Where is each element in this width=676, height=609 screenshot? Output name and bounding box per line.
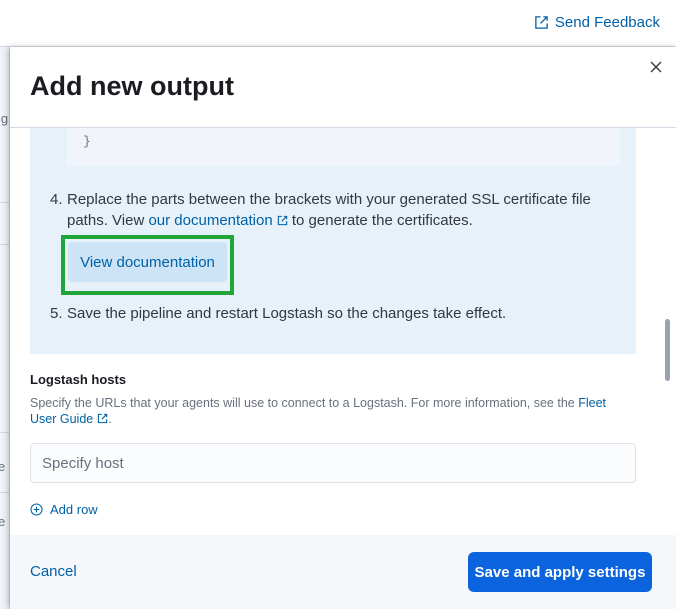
external-link-icon [535,16,548,29]
logstash-host-input[interactable] [30,443,636,483]
flyout-title: Add new output [30,71,234,101]
link-label: our documentation [148,212,273,229]
plus-circle-icon [30,503,43,516]
step-number: 4. [50,191,63,208]
logstash-hosts-label: Logstash hosts [30,372,127,387]
view-documentation-button[interactable]: View documentation [68,242,227,282]
logstash-hosts-help: Specify the URLs that your agents will u… [30,395,630,427]
background-page: ig e e [0,47,10,609]
add-output-flyout: Add new output } 4. Replace the parts be… [10,47,676,609]
add-row-label: Add row [50,502,98,517]
send-feedback-link[interactable]: Send Feedback [534,14,660,31]
divider [0,244,10,245]
close-icon[interactable] [648,59,664,75]
flyout-header: Add new output [10,47,676,128]
divider [0,492,10,493]
code-line: } [83,134,91,149]
divider [0,432,10,433]
scrollbar[interactable] [665,319,670,381]
cancel-button[interactable]: Cancel [30,563,77,580]
step-text-part: to generate the certificates. [287,212,473,229]
background-text-fragment: e [0,514,6,529]
background-text-fragment: e [0,459,6,474]
external-link-icon [277,215,287,226]
divider [0,202,10,203]
add-row-button[interactable]: Add row [30,502,98,517]
top-bar: Send Feedback [0,0,676,47]
flyout-body: } 4. Replace the parts between the brack… [10,128,676,535]
help-text-part: Specify the URLs that your agents will u… [30,396,579,410]
code-block: } [67,128,620,166]
our-documentation-link[interactable]: our documentation [148,212,287,229]
help-text-part: . [108,412,112,426]
external-link-icon [98,413,108,424]
step-number: 5. [50,305,63,322]
step-text: Replace the parts between the brackets w… [67,189,612,231]
send-feedback-label: Send Feedback [554,14,660,31]
background-text-fragment: ig [0,111,9,126]
flyout-footer: Cancel Save and apply settings [10,535,676,609]
step-text: Save the pipeline and restart Logstash s… [67,305,507,322]
save-and-apply-button[interactable]: Save and apply settings [468,552,652,592]
